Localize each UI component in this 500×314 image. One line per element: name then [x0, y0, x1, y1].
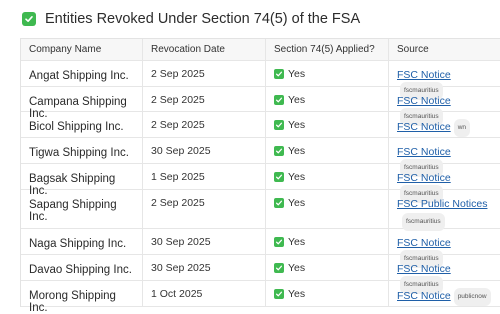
revocation-date: 30 Sep 2025: [143, 255, 266, 280]
column-header-company: Company Name: [21, 39, 143, 60]
source-link[interactable]: FSC Notice: [397, 121, 451, 133]
source-cell: FSC Noticefscmauritius: [389, 229, 500, 268]
revocation-date: 2 Sep 2025: [143, 87, 266, 111]
applied-cell: Yes: [266, 255, 389, 280]
checkbox-checked-icon: [274, 120, 284, 130]
source-link[interactable]: FSC Notice: [397, 290, 451, 302]
company-name: Davao Shipping Inc.: [21, 255, 143, 280]
revocation-date: 1 Oct 2025: [143, 281, 266, 306]
applied-value: Yes: [288, 171, 306, 183]
applied-cell: Yes: [266, 61, 389, 86]
source-link[interactable]: FSC Notice: [397, 69, 451, 81]
applied-cell: Yes: [266, 164, 389, 189]
company-name: Angat Shipping Inc.: [21, 61, 143, 86]
source-domain-badge: wn: [453, 119, 470, 137]
applied-value: Yes: [288, 288, 306, 300]
table-row: Bagsak Shipping Inc. 1 Sep 2025 Yes FSC Not…: [21, 164, 500, 203]
applied-value: Yes: [288, 236, 306, 248]
source-link[interactable]: FSC Notice: [397, 146, 451, 158]
column-header-applied: Section 74(5) Applied?: [266, 39, 389, 60]
source-link[interactable]: FSC Public Notices: [397, 198, 487, 210]
company-name: Bicol Shipping Inc.: [21, 112, 143, 137]
applied-cell: Yes: [266, 112, 389, 137]
source-cell: FSC Notice publicnow: [389, 281, 500, 306]
source-cell: FSC Noticefscmauritius: [389, 87, 500, 126]
company-name: Tigwa Shipping Inc.: [21, 138, 143, 163]
source-cell: FSC Noticefscmauritius: [389, 138, 500, 177]
revocation-date: 30 Sep 2025: [143, 229, 266, 254]
applied-value: Yes: [288, 262, 306, 274]
revocations-table: Company Name Revocation Date Section 74(…: [20, 38, 500, 314]
source-cell: FSC Noticefscmauritius: [389, 255, 500, 294]
applied-cell: Yes: [266, 281, 389, 306]
table-row: Morong Shipping Inc. 1 Oct 2025 Yes FSC Not…: [21, 281, 500, 314]
source-cell: FSC Notice wn: [389, 112, 500, 137]
checkbox-checked-icon: [274, 198, 284, 208]
source-link[interactable]: FSC Notice: [397, 95, 451, 107]
table-row: Bicol Shipping Inc. 2 Sep 2025 Yes FSC Noti…: [21, 112, 500, 138]
checkbox-checked-icon: [274, 146, 284, 156]
column-header-date: Revocation Date: [143, 39, 266, 60]
source-link[interactable]: FSC Notice: [397, 172, 451, 184]
checkbox-checked-icon: [274, 237, 284, 247]
column-header-source: Source: [397, 44, 429, 55]
source-cell: FSC Noticefscmauritius: [389, 164, 500, 203]
checkbox-checked-icon: [274, 289, 284, 299]
company-name: Campana Shipping Inc.: [21, 87, 143, 120]
applied-value: Yes: [288, 145, 306, 157]
table-row: Angat Shipping Inc. 2 Sep 2025 Yes FSC Noti…: [21, 61, 500, 100]
page-title-text: Entities Revoked Under Section 74(5) of …: [45, 11, 361, 27]
table-row: Sapang Shipping Inc. 2 Sep 2025 Yes FSC Pub…: [21, 190, 500, 231]
source-link[interactable]: FSC Notice: [397, 263, 451, 275]
table-row: Davao Shipping Inc. 30 Sep 2025 Yes FSC Not…: [21, 255, 500, 294]
applied-value: Yes: [288, 94, 306, 106]
checkbox-checked-icon: [274, 263, 284, 273]
applied-cell: Yes: [266, 138, 389, 163]
company-name: Sapang Shipping Inc.: [21, 190, 143, 228]
source-cell: FSC Public Notices fscmauritius: [389, 190, 500, 231]
applied-cell: Yes: [266, 229, 389, 254]
source-link[interactable]: FSC Notice: [397, 237, 451, 249]
table-row: Naga Shipping Inc. 30 Sep 2025 Yes FSC Noti…: [21, 229, 500, 268]
revocation-date: 2 Sep 2025: [143, 190, 266, 228]
checkbox-checked-icon: [274, 69, 284, 79]
applied-value: Yes: [288, 119, 306, 131]
source-cell: FSC Noticefscmauritius: [389, 61, 500, 100]
table-row: Campana Shipping Inc. 2 Sep 2025 Yes FSC No…: [21, 87, 500, 126]
revocation-date: 2 Sep 2025: [143, 112, 266, 137]
table-header-row: Company Name Revocation Date Section 74(…: [21, 39, 500, 61]
company-name: Naga Shipping Inc.: [21, 229, 143, 254]
revocation-date: 1 Sep 2025: [143, 164, 266, 189]
applied-value: Yes: [288, 197, 306, 209]
applied-cell: Yes: [266, 190, 389, 228]
applied-cell: Yes: [266, 87, 389, 111]
applied-value: Yes: [288, 68, 306, 80]
checkbox-checked-icon: [22, 12, 36, 26]
checkbox-checked-icon: [274, 95, 284, 105]
company-name: Morong Shipping Inc.: [21, 281, 143, 314]
page-title: Entities Revoked Under Section 74(5) of …: [22, 10, 360, 28]
revocation-date: 2 Sep 2025: [143, 61, 266, 86]
source-domain-badge: publicnow: [453, 288, 491, 306]
company-name: Bagsak Shipping Inc.: [21, 164, 143, 197]
revocation-date: 30 Sep 2025: [143, 138, 266, 163]
table-row: Tigwa Shipping Inc. 30 Sep 2025 Yes FSC Not…: [21, 138, 500, 177]
checkbox-checked-icon: [274, 172, 284, 182]
